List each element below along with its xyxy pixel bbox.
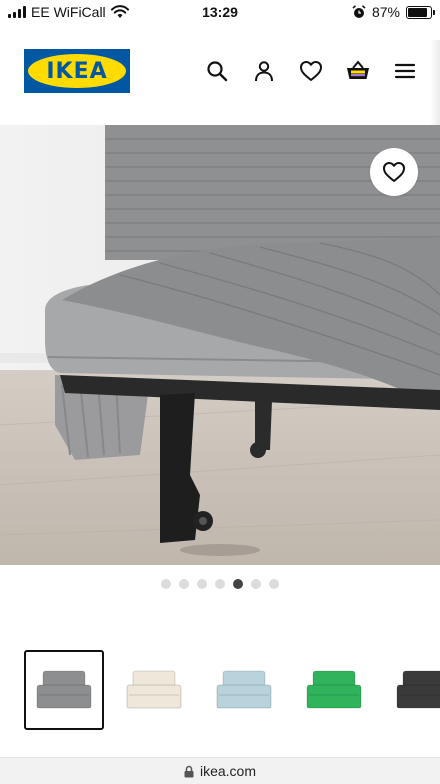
battery-percent: 87% [371,4,400,20]
status-bar: EE WiFiCall 13:29 87% [0,0,440,26]
variant-thumbnail[interactable] [204,650,284,730]
variant-thumbnail[interactable] [294,650,374,730]
account-icon[interactable] [251,58,277,84]
battery-fill [408,7,428,17]
carousel-dot[interactable] [251,579,261,589]
carousel-dot[interactable] [197,579,207,589]
add-to-favourites-button[interactable] [370,148,418,196]
lock-icon [184,765,194,777]
variant-selector [24,650,440,732]
basket-icon[interactable] [345,58,371,84]
product-image[interactable] [0,125,440,565]
battery-icon [406,5,435,19]
alarm-icon [352,5,366,18]
carousel-dot[interactable] [233,579,243,589]
logo-text: IKEA [46,58,108,84]
sofa-thumbnail-icon [306,670,362,709]
heart-icon [383,162,405,182]
carousel-dot[interactable] [179,579,189,589]
carousel-dot[interactable] [269,579,279,589]
carousel-dot[interactable] [161,579,171,589]
menu-icon[interactable] [392,58,418,84]
ikea-logo[interactable]: IKEA [24,49,130,93]
url-domain: ikea.com [199,763,257,779]
status-right: 87% [352,4,435,20]
sofa-thumbnail-icon [36,670,92,709]
url-bar[interactable]: ikea.com [0,757,440,784]
carousel-dot[interactable] [215,579,225,589]
variant-thumbnail[interactable] [114,650,194,730]
sofa-thumbnail-icon [126,670,182,709]
variant-thumbnail[interactable] [384,650,440,730]
search-icon[interactable] [204,58,230,84]
wishlist-icon[interactable] [298,58,324,84]
sofa-thumbnail-icon [396,670,440,709]
sofa-bed-illustration [0,125,440,565]
sofa-thumbnail-icon [216,670,272,709]
carousel-indicator [0,579,440,589]
site-header: IKEA [0,40,440,160]
logo-oval: IKEA [28,54,126,88]
variant-thumbnail[interactable] [24,650,104,730]
